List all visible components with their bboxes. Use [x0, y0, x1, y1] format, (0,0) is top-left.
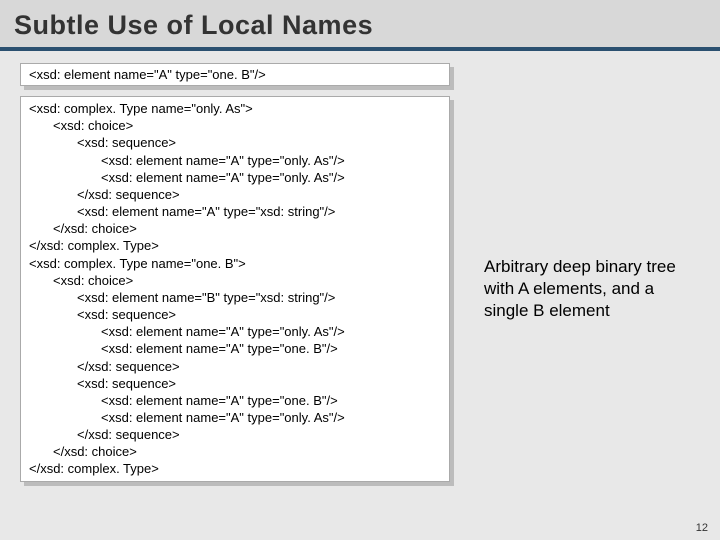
code-line: </xsd: complex. Type> [29, 460, 441, 477]
code-box-1: <xsd: element name="A" type="one. B"/> [20, 63, 450, 86]
slide-title: Subtle Use of Local Names [14, 10, 706, 41]
code-line: <xsd: element name="A" type="one. B"/> [29, 340, 441, 357]
code-line: <xsd: sequence> [29, 375, 441, 392]
code-line: <xsd: choice> [29, 272, 441, 289]
code-line: </xsd: complex. Type> [29, 237, 441, 254]
code-line: <xsd: sequence> [29, 306, 441, 323]
annotation-text: Arbitrary deep binary tree with A elemen… [484, 256, 694, 322]
page-number: 12 [696, 522, 708, 534]
title-bar: Subtle Use of Local Names [0, 0, 720, 51]
code-line: <xsd: element name="B" type="xsd: string… [29, 289, 441, 306]
code-line: </xsd: sequence> [29, 426, 441, 443]
code-box-2: <xsd: complex. Type name="only. As"> <xs… [20, 96, 450, 481]
content-area: <xsd: element name="A" type="one. B"/> <… [0, 51, 720, 500]
code-line: <xsd: element name="A" type="only. As"/> [29, 323, 441, 340]
code-line: <xsd: element name="A" type="only. As"/> [29, 169, 441, 186]
code-line: <xsd: element name="A" type="only. As"/> [29, 152, 441, 169]
code-line: <xsd: sequence> [29, 134, 441, 151]
code-line: </xsd: choice> [29, 220, 441, 237]
code-line: <xsd: element name="A" type="one. B"/> [29, 392, 441, 409]
code-line: <xsd: element name="A" type="xsd: string… [29, 203, 441, 220]
code-line: <xsd: choice> [29, 117, 441, 134]
code-line: </xsd: sequence> [29, 358, 441, 375]
code-line: </xsd: choice> [29, 443, 441, 460]
code-line: <xsd: complex. Type name="only. As"> [29, 100, 441, 117]
code-line: <xsd: element name="A" type="only. As"/> [29, 409, 441, 426]
code-line: <xsd: complex. Type name="one. B"> [29, 255, 441, 272]
code-line: </xsd: sequence> [29, 186, 441, 203]
code-line: <xsd: element name="A" type="one. B"/> [29, 66, 441, 83]
